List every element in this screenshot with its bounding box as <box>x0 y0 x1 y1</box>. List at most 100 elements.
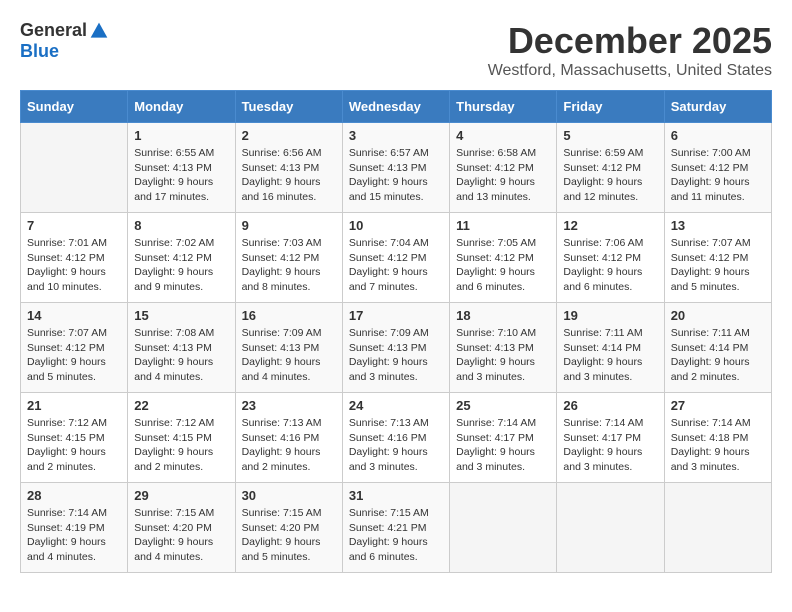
calendar-cell: 21 Sunrise: 7:12 AMSunset: 4:15 PMDayligh… <box>21 393 128 483</box>
day-number: 21 <box>27 398 121 413</box>
calendar-title: December 2025 <box>488 20 772 62</box>
day-number: 8 <box>134 218 228 233</box>
day-number: 1 <box>134 128 228 143</box>
logo-icon <box>89 21 109 41</box>
calendar-table: SundayMondayTuesdayWednesdayThursdayFrid… <box>20 90 772 573</box>
calendar-cell <box>557 483 664 573</box>
day-info: Sunrise: 7:15 AMSunset: 4:20 PMDaylight:… <box>242 506 336 565</box>
day-info: Sunrise: 7:05 AMSunset: 4:12 PMDaylight:… <box>456 236 550 295</box>
day-info: Sunrise: 7:07 AMSunset: 4:12 PMDaylight:… <box>671 236 765 295</box>
header-sunday: Sunday <box>21 91 128 123</box>
day-info: Sunrise: 7:03 AMSunset: 4:12 PMDaylight:… <box>242 236 336 295</box>
calendar-cell: 10 Sunrise: 7:04 AMSunset: 4:12 PMDayligh… <box>342 213 449 303</box>
day-info: Sunrise: 7:15 AMSunset: 4:21 PMDaylight:… <box>349 506 443 565</box>
calendar-cell: 28 Sunrise: 7:14 AMSunset: 4:19 PMDayligh… <box>21 483 128 573</box>
day-info: Sunrise: 6:56 AMSunset: 4:13 PMDaylight:… <box>242 146 336 205</box>
calendar-cell: 18 Sunrise: 7:10 AMSunset: 4:13 PMDayligh… <box>450 303 557 393</box>
day-info: Sunrise: 7:14 AMSunset: 4:19 PMDaylight:… <box>27 506 121 565</box>
day-number: 26 <box>563 398 657 413</box>
calendar-cell <box>21 123 128 213</box>
day-number: 29 <box>134 488 228 503</box>
day-number: 12 <box>563 218 657 233</box>
day-number: 14 <box>27 308 121 323</box>
calendar-cell: 1 Sunrise: 6:55 AMSunset: 4:13 PMDaylight… <box>128 123 235 213</box>
calendar-cell: 13 Sunrise: 7:07 AMSunset: 4:12 PMDayligh… <box>664 213 771 303</box>
day-number: 11 <box>456 218 550 233</box>
calendar-cell: 22Sunrise: 7:12 AMSunset: 4:15 PMDayligh… <box>128 393 235 483</box>
day-info: Sunrise: 7:02 AMSunset: 4:12 PMDaylight:… <box>134 236 228 295</box>
day-number: 3 <box>349 128 443 143</box>
logo-blue-text: Blue <box>20 41 59 62</box>
calendar-cell: 12Sunrise: 7:06 AMSunset: 4:12 PMDayligh… <box>557 213 664 303</box>
day-info: Sunrise: 6:55 AMSunset: 4:13 PMDaylight:… <box>134 146 228 205</box>
day-number: 4 <box>456 128 550 143</box>
day-number: 15 <box>134 308 228 323</box>
day-info: Sunrise: 7:11 AMSunset: 4:14 PMDaylight:… <box>671 326 765 385</box>
day-number: 6 <box>671 128 765 143</box>
calendar-cell: 19 Sunrise: 7:11 AMSunset: 4:14 PMDayligh… <box>557 303 664 393</box>
day-number: 27 <box>671 398 765 413</box>
calendar-cell: 14 Sunrise: 7:07 AMSunset: 4:12 PMDayligh… <box>21 303 128 393</box>
calendar-cell: 6 Sunrise: 7:00 AMSunset: 4:12 PMDaylight… <box>664 123 771 213</box>
day-number: 25 <box>456 398 550 413</box>
day-info: Sunrise: 7:01 AMSunset: 4:12 PMDaylight:… <box>27 236 121 295</box>
header-friday: Friday <box>557 91 664 123</box>
logo: General Blue <box>20 20 109 62</box>
day-info: Sunrise: 6:58 AMSunset: 4:12 PMDaylight:… <box>456 146 550 205</box>
calendar-cell: 29Sunrise: 7:15 AMSunset: 4:20 PMDayligh… <box>128 483 235 573</box>
day-info: Sunrise: 7:13 AMSunset: 4:16 PMDaylight:… <box>242 416 336 475</box>
calendar-cell: 9 Sunrise: 7:03 AMSunset: 4:12 PMDaylight… <box>235 213 342 303</box>
day-info: Sunrise: 7:08 AMSunset: 4:13 PMDaylight:… <box>134 326 228 385</box>
calendar-header-row: SundayMondayTuesdayWednesdayThursdayFrid… <box>21 91 772 123</box>
calendar-week-row: 14 Sunrise: 7:07 AMSunset: 4:12 PMDayligh… <box>21 303 772 393</box>
day-info: Sunrise: 7:09 AMSunset: 4:13 PMDaylight:… <box>242 326 336 385</box>
day-number: 9 <box>242 218 336 233</box>
day-number: 19 <box>563 308 657 323</box>
day-info: Sunrise: 7:14 AMSunset: 4:17 PMDaylight:… <box>456 416 550 475</box>
calendar-cell: 4 Sunrise: 6:58 AMSunset: 4:12 PMDaylight… <box>450 123 557 213</box>
calendar-cell: 3 Sunrise: 6:57 AMSunset: 4:13 PMDaylight… <box>342 123 449 213</box>
title-block: December 2025 Westford, Massachusetts, U… <box>488 20 772 80</box>
calendar-cell: 2 Sunrise: 6:56 AMSunset: 4:13 PMDaylight… <box>235 123 342 213</box>
calendar-cell: 31 Sunrise: 7:15 AMSunset: 4:21 PMDayligh… <box>342 483 449 573</box>
day-number: 30 <box>242 488 336 503</box>
calendar-cell: 27Sunrise: 7:14 AMSunset: 4:18 PMDayligh… <box>664 393 771 483</box>
header-thursday: Thursday <box>450 91 557 123</box>
day-number: 24 <box>349 398 443 413</box>
calendar-cell: 7 Sunrise: 7:01 AMSunset: 4:12 PMDaylight… <box>21 213 128 303</box>
calendar-subtitle: Westford, Massachusetts, United States <box>488 62 772 80</box>
day-number: 31 <box>349 488 443 503</box>
calendar-cell <box>664 483 771 573</box>
calendar-cell: 23 Sunrise: 7:13 AMSunset: 4:16 PMDayligh… <box>235 393 342 483</box>
header-saturday: Saturday <box>664 91 771 123</box>
day-info: Sunrise: 6:59 AMSunset: 4:12 PMDaylight:… <box>563 146 657 205</box>
day-number: 13 <box>671 218 765 233</box>
calendar-week-row: 28 Sunrise: 7:14 AMSunset: 4:19 PMDayligh… <box>21 483 772 573</box>
day-info: Sunrise: 7:12 AMSunset: 4:15 PMDaylight:… <box>27 416 121 475</box>
day-info: Sunrise: 7:10 AMSunset: 4:13 PMDaylight:… <box>456 326 550 385</box>
calendar-cell: 24Sunrise: 7:13 AMSunset: 4:16 PMDayligh… <box>342 393 449 483</box>
header-monday: Monday <box>128 91 235 123</box>
calendar-cell: 5Sunrise: 6:59 AMSunset: 4:12 PMDaylight… <box>557 123 664 213</box>
day-number: 17 <box>349 308 443 323</box>
calendar-cell: 17Sunrise: 7:09 AMSunset: 4:13 PMDayligh… <box>342 303 449 393</box>
calendar-cell: 11 Sunrise: 7:05 AMSunset: 4:12 PMDayligh… <box>450 213 557 303</box>
day-number: 10 <box>349 218 443 233</box>
header-tuesday: Tuesday <box>235 91 342 123</box>
day-info: Sunrise: 7:11 AMSunset: 4:14 PMDaylight:… <box>563 326 657 385</box>
day-number: 23 <box>242 398 336 413</box>
day-info: Sunrise: 7:07 AMSunset: 4:12 PMDaylight:… <box>27 326 121 385</box>
day-info: Sunrise: 7:04 AMSunset: 4:12 PMDaylight:… <box>349 236 443 295</box>
day-info: Sunrise: 6:57 AMSunset: 4:13 PMDaylight:… <box>349 146 443 205</box>
calendar-cell <box>450 483 557 573</box>
day-number: 28 <box>27 488 121 503</box>
day-number: 18 <box>456 308 550 323</box>
calendar-cell: 26Sunrise: 7:14 AMSunset: 4:17 PMDayligh… <box>557 393 664 483</box>
day-number: 2 <box>242 128 336 143</box>
day-number: 7 <box>27 218 121 233</box>
calendar-week-row: 1 Sunrise: 6:55 AMSunset: 4:13 PMDaylight… <box>21 123 772 213</box>
logo-general-text: General <box>20 20 87 41</box>
day-number: 16 <box>242 308 336 323</box>
day-info: Sunrise: 7:00 AMSunset: 4:12 PMDaylight:… <box>671 146 765 205</box>
calendar-week-row: 7 Sunrise: 7:01 AMSunset: 4:12 PMDaylight… <box>21 213 772 303</box>
